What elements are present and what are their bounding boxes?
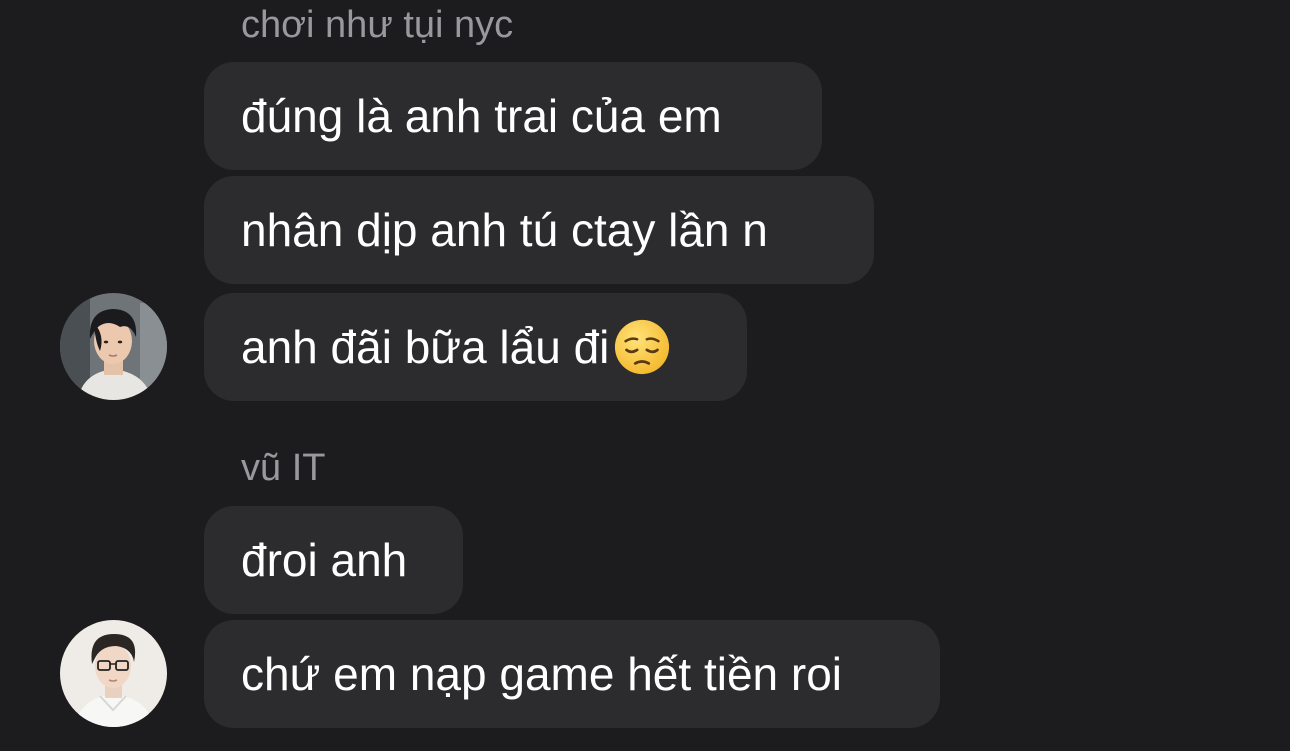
message-text: đúng là anh trai của em (241, 90, 722, 142)
avatar-dark-hair-male[interactable] (60, 293, 167, 400)
chat-thread: chơi như tụi nyc đúng là anh trai của em… (0, 0, 1290, 751)
message-bubble[interactable]: nhân dịp anh tú ctay lần n (204, 176, 874, 284)
message-text: nhân dịp anh tú ctay lần n (241, 204, 768, 256)
message-text: anh đãi bữa lẩu đi (241, 321, 610, 373)
message-text: chứ em nạp game hết tiền roi (241, 648, 843, 700)
avatar-photo (60, 620, 167, 727)
avatar-glasses-male[interactable] (60, 620, 167, 727)
message-bubble[interactable]: đroi anh (204, 506, 463, 614)
message-bubble[interactable]: anh đãi bữa lẩu đi (204, 293, 747, 401)
pensive-face-icon (615, 319, 670, 375)
sender-name: chơi như tụi nyc (241, 4, 514, 46)
message-text: đroi anh (241, 534, 408, 586)
sender-name: vũ IT (241, 447, 326, 489)
message-bubble[interactable]: đúng là anh trai của em (204, 62, 822, 170)
message-bubble[interactable]: chứ em nạp game hết tiền roi (204, 620, 940, 728)
avatar-photo (60, 293, 167, 400)
